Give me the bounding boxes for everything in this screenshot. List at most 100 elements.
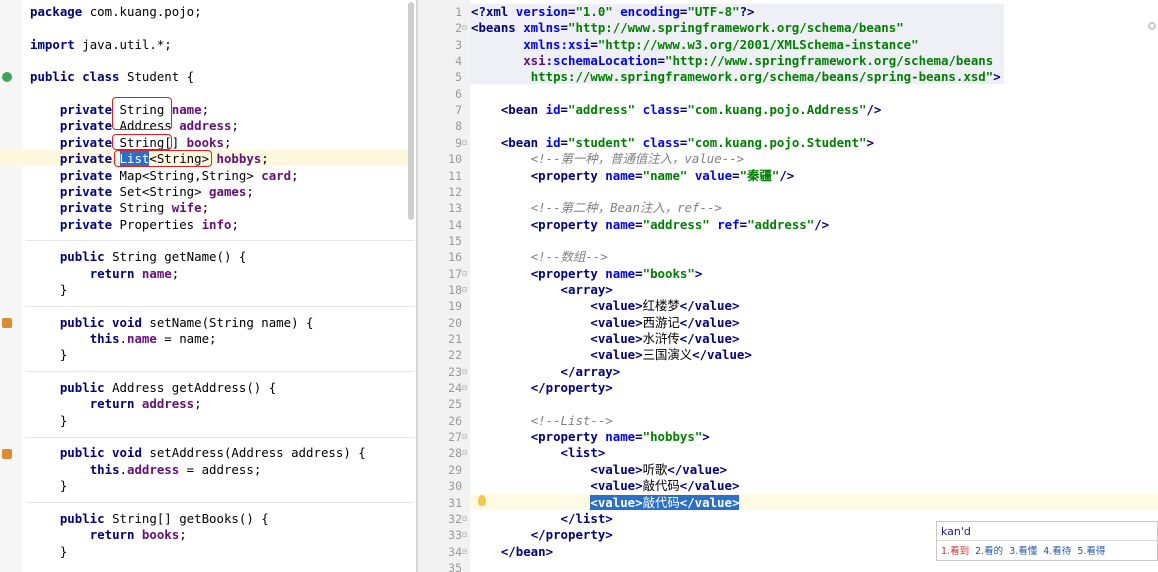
code-line[interactable]: <!--List--> [471, 413, 613, 429]
fold-marker-icon[interactable]: ⊟ [462, 433, 469, 441]
fold-marker-icon[interactable]: ⊟ [462, 531, 469, 539]
code-token: com.kuang.pojo; [89, 4, 202, 19]
fold-marker-icon[interactable]: ⊟ [462, 514, 469, 523]
code-line[interactable]: <value>西游记</value> [471, 315, 739, 331]
code-token: = [590, 36, 598, 52]
code-token: ; [246, 183, 254, 199]
code-line[interactable]: <?xml version="1.0" encoding="UTF-8"?> [471, 4, 755, 20]
code-line[interactable]: <!--第一种，普通值注入，value--> [471, 151, 744, 167]
code-token: ; [223, 134, 232, 150]
code-token: ; [171, 265, 180, 281]
ime-candidate[interactable]: 1.看到 [941, 543, 969, 557]
ime-candidates[interactable]: 1.看到 2.看的 3.看懂 4.看待 5.看得 [941, 543, 1111, 557]
override-icon[interactable] [2, 449, 12, 459]
code-token: "1.0" [575, 4, 621, 19]
code-line[interactable]: } [30, 413, 67, 429]
xml-editor[interactable]: 1 2 3 4 5 6 7 8 9 10 11 12 13 14 15 16 17 18 19 20 21 22 23 24 2… [418, 0, 1158, 572]
code-token: private [59, 118, 113, 134]
fold-marker-icon[interactable]: ⊟ [462, 367, 469, 376]
code-line[interactable]: </bean> [471, 544, 553, 560]
line-number: 18 [448, 282, 462, 297]
ime-candidate[interactable]: 4.看待 [1043, 543, 1071, 557]
code-line[interactable]: <value>红楼梦</value> [471, 298, 739, 314]
code-line[interactable]: </array> [471, 364, 621, 380]
code-line[interactable]: <!--第二种，Bean注入，ref--> [471, 200, 722, 216]
code-line[interactable]: } [30, 282, 67, 298]
code-line[interactable]: <bean id="student" class="com.kuang.pojo… [471, 135, 874, 151]
code-token: <value> [590, 331, 643, 346]
line-number: 29 [448, 462, 462, 477]
code-line[interactable]: public void setAddress(Address address) … [30, 445, 366, 461]
code-line[interactable]: package com.kuang.pojo; [30, 4, 202, 20]
code-line[interactable]: <bean id="address" class="com.kuang.pojo… [471, 102, 882, 118]
code-token: "address" [642, 216, 718, 232]
fold-marker-icon[interactable]: ⊟ [462, 547, 469, 556]
code-line[interactable]: this.address = address; [30, 462, 262, 478]
code-token: <list> [560, 445, 606, 461]
code-line[interactable]: public Address getAddress() { [30, 380, 276, 396]
code-line[interactable]: } [30, 347, 67, 363]
fold-marker-icon[interactable]: ⊟ [462, 24, 469, 32]
code-line[interactable]: this.name = name; [30, 331, 217, 347]
code-line[interactable]: <property name="books"> [471, 265, 703, 282]
code-line[interactable]: <array> [471, 282, 613, 298]
ime-candidate[interactable]: 3.看懂 [1009, 543, 1037, 557]
ime-candidate[interactable]: 2.看的 [975, 543, 1003, 557]
code-token: "name" [642, 167, 695, 183]
code-line[interactable]: return address; [30, 396, 202, 412]
code-line[interactable]: <value>敲代码</value> [471, 494, 740, 511]
override-icon[interactable] [2, 318, 12, 328]
code-line[interactable]: return name; [30, 265, 180, 282]
fold-marker-icon[interactable]: ⊟ [462, 285, 469, 294]
code-line[interactable]: xsi:schemaLocation="http://www.springfra… [471, 53, 993, 69]
code-line[interactable]: <beans xmlns="http://www.springframework… [471, 20, 904, 36]
code-line[interactable]: public class Student { [30, 69, 194, 85]
code-line[interactable]: return books; [30, 527, 187, 543]
code-line[interactable]: <value>水浒传</value> [471, 331, 739, 347]
code-token: package [30, 4, 83, 19]
java-editor[interactable]: package com.kuang.pojo; import java.util.… [0, 0, 417, 572]
code-line[interactable]: <property name="hobbys"> [471, 429, 710, 445]
code-token: public [59, 510, 105, 526]
code-line[interactable]: private Properties info; [30, 217, 239, 233]
code-line[interactable]: <value>听歌</value> [471, 462, 727, 478]
code-line[interactable]: } [30, 478, 67, 494]
lightbulb-icon[interactable] [478, 495, 486, 506]
code-line[interactable]: <!--数组--> [471, 249, 608, 265]
code-line[interactable]: </list> [471, 511, 613, 527]
code-line[interactable]: public String getName() { [30, 249, 247, 265]
code-line[interactable]: private Map<String,String> card; [30, 168, 299, 184]
fold-marker-icon[interactable]: ⊟ [462, 269, 469, 278]
fold-marker-icon[interactable]: ⊟ [462, 449, 469, 457]
code-line[interactable]: public void setName(String name) { [30, 315, 314, 331]
code-token: <value> [590, 298, 643, 314]
code-line[interactable]: https://www.springframework.org/schema/b… [471, 69, 1001, 85]
code-line[interactable]: import java.util.*; [30, 37, 172, 53]
code-line[interactable]: xmlns:xsi="http://www.w3.org/2001/XMLSch… [471, 36, 918, 53]
code-line[interactable]: <value>三国演义</value> [471, 347, 751, 363]
code-line[interactable]: <list> [471, 445, 606, 461]
ime-candidate-popup[interactable]: kan'd 1.看到 2.看的 3.看懂 4.看待 5.看得 [936, 521, 1158, 561]
code-token: class [642, 134, 680, 150]
code-line[interactable]: private Set<String> games; [30, 184, 254, 200]
inspection-icon[interactable] [1148, 22, 1156, 30]
code-line[interactable]: <value>敲代码</value> [471, 478, 739, 494]
code-token: String[] getBooks() { [104, 510, 269, 526]
code-token: name [605, 265, 636, 281]
code-line[interactable]: </property> [471, 527, 613, 543]
code-line[interactable]: } [30, 544, 67, 560]
code-line[interactable]: <property name="address" ref="address"/> [471, 217, 829, 233]
run-class-icon[interactable] [2, 72, 12, 82]
code-line[interactable]: <property name="name" value="秦疆"/> [471, 167, 795, 184]
code-line[interactable]: </property> [471, 380, 613, 396]
code-line[interactable]: private String wife; [30, 200, 209, 216]
ime-candidate[interactable]: 5.看得 [1077, 543, 1105, 557]
fold-marker-icon[interactable]: ⊟ [462, 138, 469, 147]
fold-marker-icon[interactable]: ⊟ [462, 384, 469, 392]
left-scrollbar[interactable] [408, 2, 414, 220]
code-line[interactable]: public String[] getBooks() { [30, 511, 269, 527]
